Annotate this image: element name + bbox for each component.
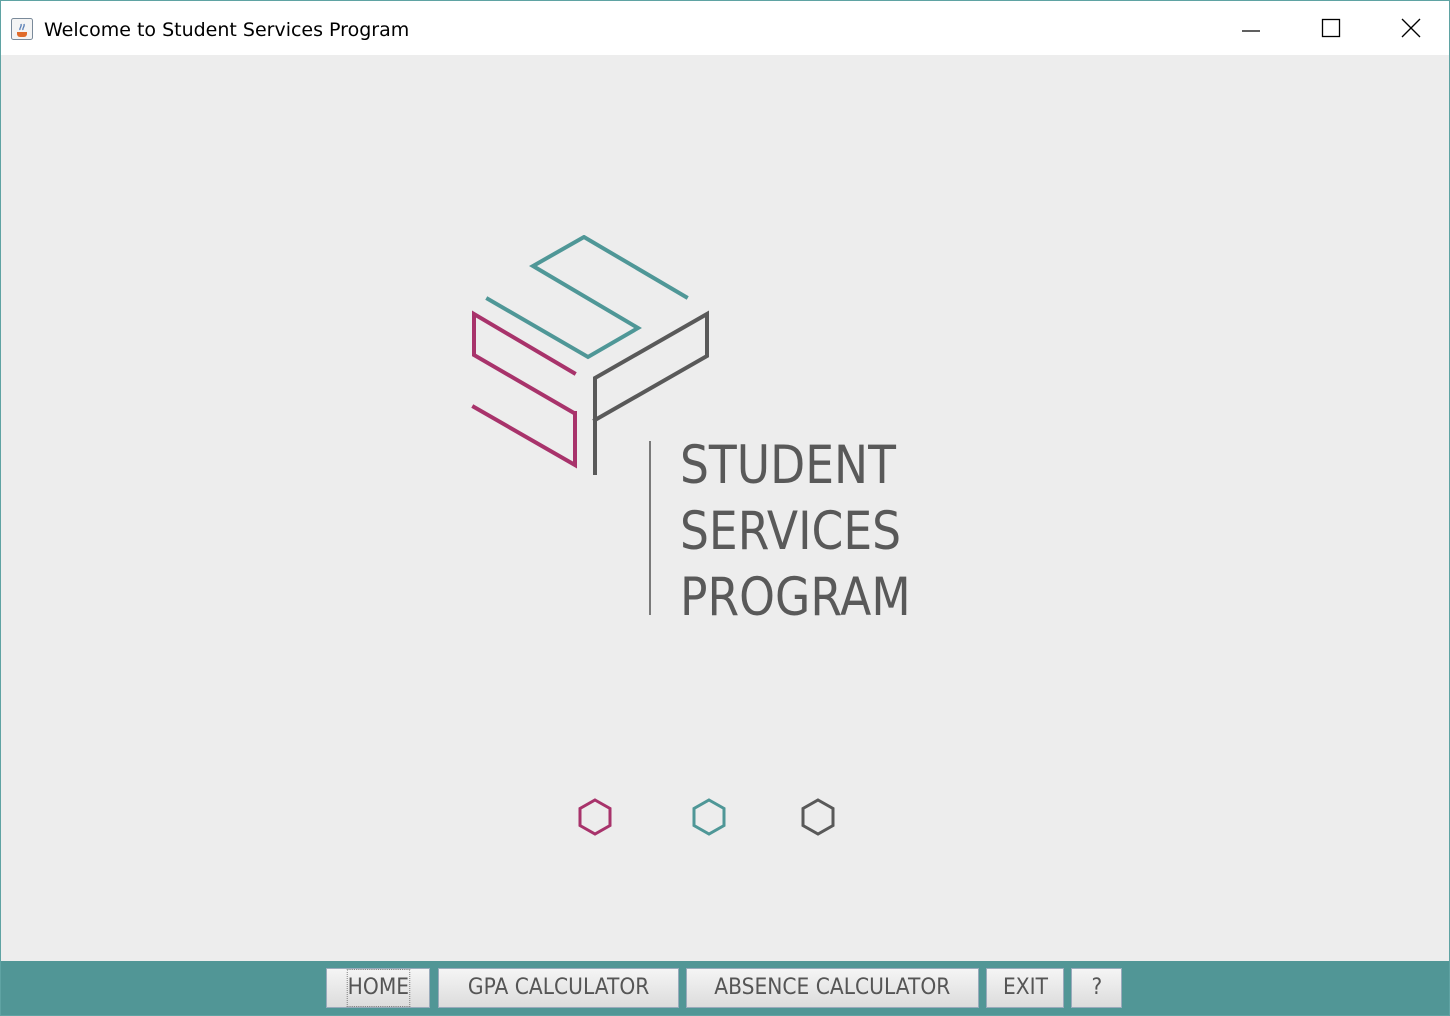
exit-button[interactable]: EXIT: [986, 968, 1064, 1008]
minimize-icon: [1242, 30, 1260, 32]
bottom-nav-bar: HOME GPA CALCULATOR ABSENCE CALCULATOR E…: [1, 961, 1449, 1015]
hexagon-icon: [801, 798, 835, 836]
main-content: STUDENT SERVICES PROGRAM: [1, 55, 1449, 961]
maximize-icon: [1321, 18, 1341, 38]
home-button[interactable]: HOME: [326, 968, 430, 1008]
minimize-button[interactable]: [1211, 1, 1291, 55]
maximize-button[interactable]: [1291, 1, 1371, 55]
app-window: Welcome to Student Services Program STUD…: [0, 0, 1450, 1016]
gpa-calculator-button[interactable]: GPA CALCULATOR: [438, 968, 679, 1008]
brand-title-line-2: SERVICES: [680, 501, 902, 562]
brand-title-line-1: STUDENT: [680, 435, 896, 496]
close-button[interactable]: [1371, 1, 1449, 55]
window-title: Welcome to Student Services Program: [44, 19, 410, 41]
brand-title-line-3: PROGRAM: [680, 567, 911, 628]
hexagon-icon: [578, 798, 612, 836]
title-bar[interactable]: Welcome to Student Services Program: [1, 1, 1449, 55]
absence-calculator-button[interactable]: ABSENCE CALCULATOR: [686, 968, 979, 1008]
help-button[interactable]: ?: [1071, 968, 1122, 1008]
java-app-icon[interactable]: [11, 18, 33, 40]
hexagon-icon: [692, 798, 726, 836]
brand-divider: [649, 441, 651, 615]
close-icon: [1401, 18, 1421, 38]
